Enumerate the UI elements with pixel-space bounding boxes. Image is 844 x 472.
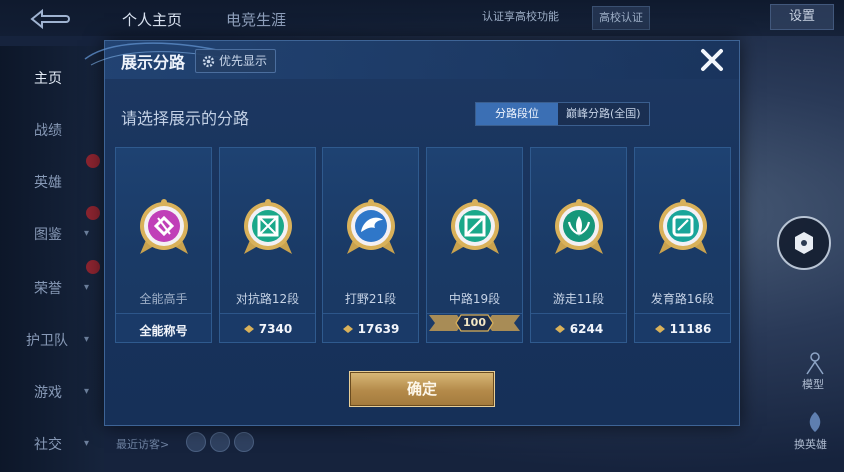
- nav-item-codex[interactable]: 图鉴: [34, 224, 62, 244]
- card-score: 11186: [635, 322, 730, 336]
- nav-item-honors[interactable]: 荣誉: [34, 278, 62, 298]
- campus-badge[interactable]: 高校认证: [592, 6, 650, 30]
- chevron-down-icon: ▾: [84, 386, 90, 397]
- card-name: 全能高手: [139, 292, 188, 306]
- top-100-label: 100: [463, 316, 486, 329]
- score-icon: [554, 325, 565, 333]
- card-score: 17639: [323, 322, 418, 336]
- model-icon[interactable]: [800, 350, 830, 376]
- lane-card-all-round[interactable]: 全能高手 全能称号: [115, 147, 212, 343]
- tab-peak-lane-national[interactable]: 巅峰分路(全国): [558, 103, 649, 125]
- roam-badge-icon: [555, 199, 603, 254]
- priority-display-button[interactable]: 优先显示: [195, 49, 277, 73]
- top-100-banner: 100: [427, 313, 522, 333]
- lane-card-jungle[interactable]: 打野21段 17639: [322, 147, 419, 343]
- chevron-down-icon: ▾: [84, 438, 90, 449]
- new-badge: [86, 154, 100, 168]
- switch-hero-label: 换英雄: [794, 438, 827, 451]
- hexagon-toggle-button[interactable]: [777, 216, 831, 270]
- top-bar: 个人主页 电竞生涯 认证享高校功能 高校认证 设置: [0, 0, 844, 36]
- recent-visitors-link[interactable]: 最近访客>: [116, 436, 169, 452]
- card-name: 打野21段: [344, 292, 397, 306]
- back-arrow-icon[interactable]: [26, 8, 72, 30]
- settings-button[interactable]: 设置: [770, 4, 834, 30]
- nav-item-records[interactable]: 战绩: [34, 120, 62, 140]
- modal-header: 展示分路 优先显示: [84, 41, 739, 79]
- gear-icon: [202, 55, 215, 67]
- clash-lane-badge-icon: [244, 199, 292, 254]
- card-name: 游走11段: [552, 292, 605, 306]
- tab-esports-career[interactable]: 电竞生涯: [226, 9, 286, 30]
- lane-tabs: 分路段位 巅峰分路(全国): [475, 102, 650, 126]
- lane-card-mid[interactable]: 中路19段 100: [426, 147, 523, 343]
- nav-item-heroes[interactable]: 英雄: [34, 172, 62, 192]
- visitor-avatar[interactable]: [210, 432, 230, 452]
- lane-card-clash[interactable]: 对抗路12段 7340: [219, 147, 316, 343]
- new-badge: [86, 206, 100, 220]
- card-score-value: 17639: [357, 322, 400, 336]
- campus-verify-text[interactable]: 认证享高校功能: [476, 6, 565, 28]
- score-icon: [243, 325, 254, 333]
- lane-cards: 全能高手 全能称号 对抗路12段 7340 打野21段 17639 中路19段 …: [115, 147, 731, 345]
- visitor-avatar[interactable]: [186, 432, 206, 452]
- chevron-down-icon: ▾: [84, 334, 90, 345]
- card-name: 对抗路12段: [235, 292, 300, 306]
- nav-item-social[interactable]: 社交: [34, 434, 62, 454]
- lane-display-modal: 展示分路 优先显示 请选择展示的分路 分路段位 巅峰分路(全国) 全能高手 全能…: [84, 40, 740, 426]
- modal-subtitle: 请选择展示的分路: [121, 109, 250, 128]
- new-badge: [86, 260, 100, 274]
- model-label: 模型: [802, 378, 824, 391]
- mid-lane-badge-icon: [451, 199, 499, 254]
- nav-item-guard-team[interactable]: 护卫队: [26, 330, 68, 350]
- jungle-badge-icon: [347, 199, 395, 254]
- card-footer-title: 全能称号: [139, 324, 188, 338]
- priority-display-label: 优先显示: [219, 54, 268, 68]
- tab-lane-rank[interactable]: 分路段位: [476, 103, 558, 125]
- confirm-button[interactable]: 确定: [349, 371, 495, 407]
- nav-item-games[interactable]: 游戏: [34, 382, 62, 402]
- score-icon: [342, 325, 353, 333]
- all-round-badge-icon: [140, 199, 188, 254]
- visitor-avatar[interactable]: [234, 432, 254, 452]
- left-nav: 主页 战绩 英雄 图鉴 ▾ 荣誉 ▾ 护卫队 ▾ 游戏 ▾ 社交 ▾: [0, 46, 104, 472]
- lane-card-farm[interactable]: 发育路16段 11186: [634, 147, 731, 343]
- card-score-value: 6244: [569, 322, 604, 336]
- chevron-down-icon: ▾: [84, 228, 90, 239]
- card-score-value: 7340: [258, 322, 293, 336]
- tab-personal-home[interactable]: 个人主页: [122, 9, 182, 30]
- hexagon-icon: [795, 232, 813, 254]
- card-score: 7340: [220, 322, 315, 336]
- card-name: 中路19段: [448, 292, 501, 306]
- nav-item-home[interactable]: 主页: [34, 68, 62, 88]
- lane-card-roam[interactable]: 游走11段 6244: [530, 147, 627, 343]
- farm-lane-badge-icon: [659, 199, 707, 254]
- switch-hero-icon[interactable]: [800, 410, 830, 436]
- modal-title: 展示分路: [121, 53, 186, 72]
- score-icon: [654, 325, 665, 333]
- card-name: 发育路16段: [650, 292, 715, 306]
- card-score: 6244: [531, 322, 626, 336]
- close-icon[interactable]: [697, 45, 727, 75]
- chevron-down-icon: ▾: [84, 282, 90, 293]
- card-score-value: 11186: [669, 322, 712, 336]
